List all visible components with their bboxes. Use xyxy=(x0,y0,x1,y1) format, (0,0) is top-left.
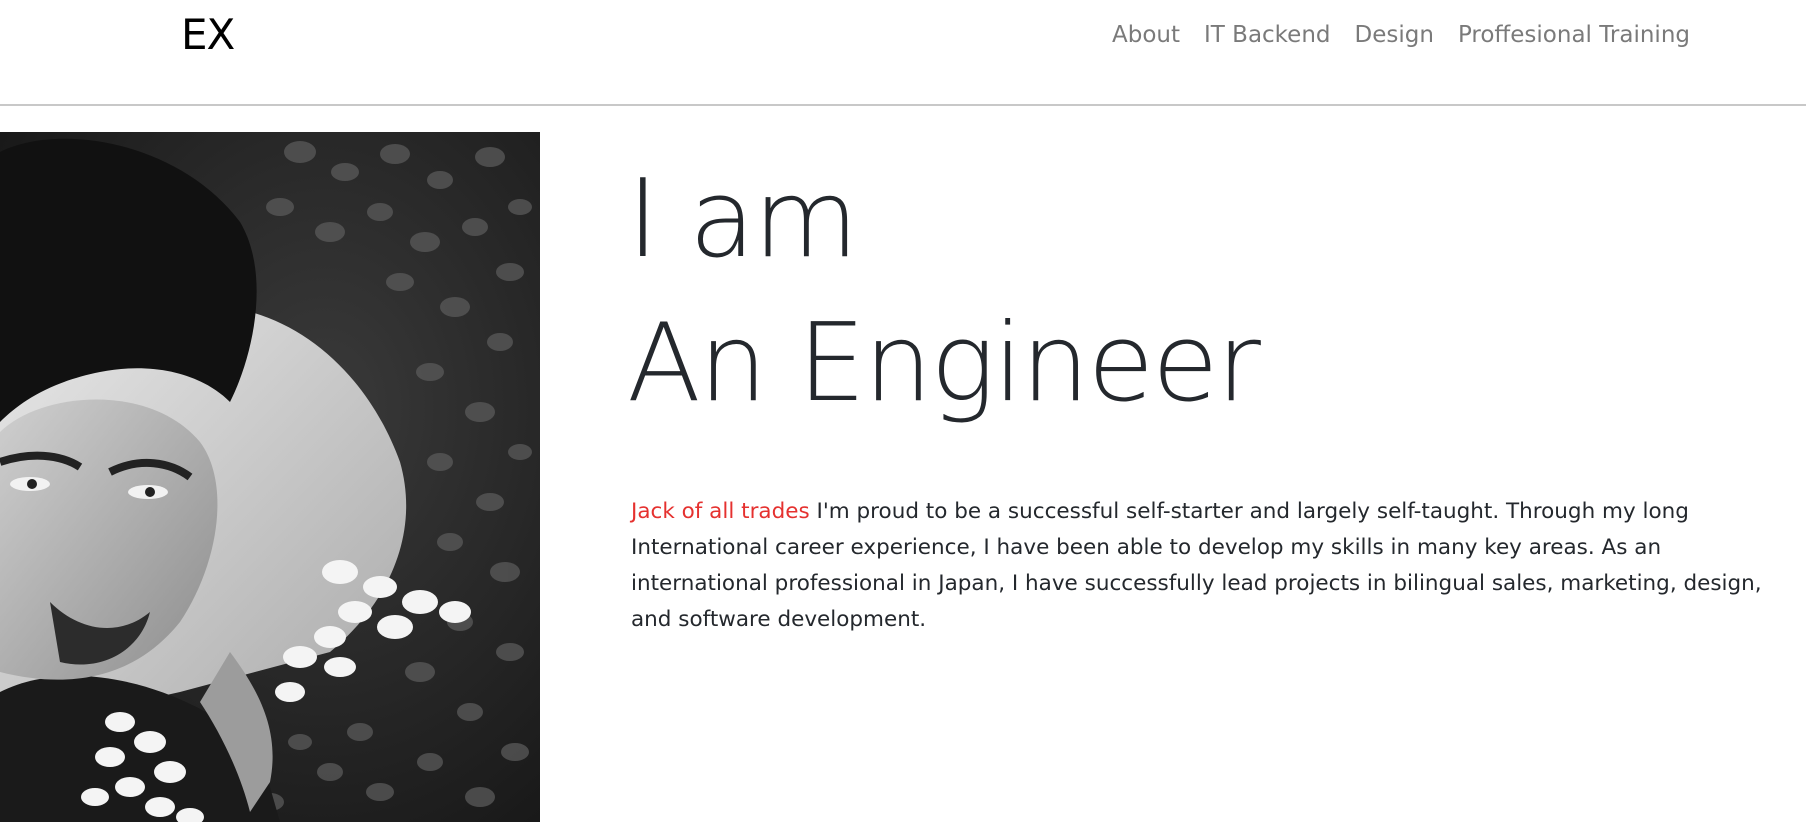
portrait-photo xyxy=(0,132,540,822)
hero-headline: I am An Engineer xyxy=(627,148,1261,436)
nav-link-design[interactable]: Design xyxy=(1343,18,1446,52)
nav-link-it-backend[interactable]: IT Backend xyxy=(1192,18,1343,52)
brand-logo[interactable]: EX xyxy=(181,10,235,59)
nav-link-about[interactable]: About xyxy=(1100,18,1192,52)
intro-paragraph: Jack of all trades I'm proud to be a suc… xyxy=(631,494,1771,638)
headline-line-1: I am xyxy=(627,157,859,282)
headline-line-2: An Engineer xyxy=(627,301,1261,426)
intro-highlight: Jack of all trades xyxy=(631,499,810,524)
nav-links: About IT Backend Design Proffesional Tra… xyxy=(1100,18,1702,52)
top-navbar: EX About IT Backend Design Proffesional … xyxy=(0,0,1806,106)
nav-link-professional-training[interactable]: Proffesional Training xyxy=(1446,18,1702,52)
